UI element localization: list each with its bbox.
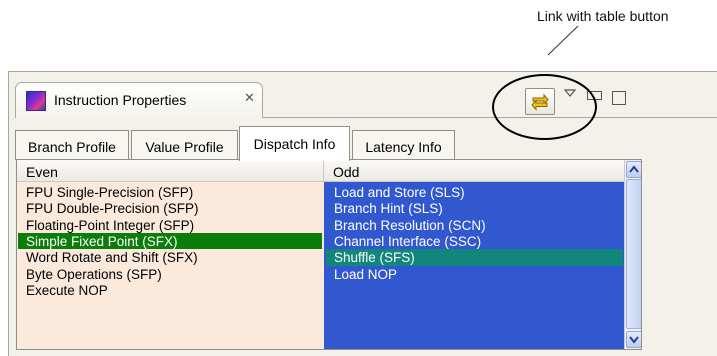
tab-dispatch-info[interactable]: Dispatch Info <box>239 126 350 161</box>
callout-ellipse <box>492 74 597 140</box>
view-title: Instruction Properties <box>54 92 187 108</box>
scroll-thumb[interactable] <box>626 179 641 329</box>
table-cell-even[interactable]: Word Rotate and Shift (SFX) <box>18 249 322 267</box>
tab-branch-profile[interactable]: Branch Profile <box>15 130 129 160</box>
chevron-up-icon <box>629 165 639 173</box>
table-cell-odd[interactable]: Load NOP <box>326 265 623 283</box>
view-tab[interactable]: Instruction Properties ✕ <box>15 82 263 118</box>
tab-value-profile[interactable]: Value Profile <box>131 130 238 160</box>
instruction-properties-view: Instruction Properties ✕ Branch Profile … <box>8 71 717 356</box>
dispatch-table: Even Odd FPU Single-Precision (SFP) Load … <box>16 159 642 350</box>
vertical-scrollbar[interactable] <box>624 160 641 349</box>
maximize-icon[interactable] <box>612 91 626 105</box>
scroll-down-button[interactable] <box>626 331 641 348</box>
column-header-even[interactable]: Even <box>17 160 324 182</box>
instruction-properties-icon <box>26 91 46 111</box>
table-cell-odd[interactable]: Branch Resolution (SCN) <box>326 216 623 234</box>
table-cell-odd[interactable]: Branch Hint (SLS) <box>326 200 623 218</box>
table-cell-even[interactable]: FPU Double-Precision (SFP) <box>18 200 322 218</box>
table-cell-odd[interactable]: Shuffle (SFS) <box>326 249 623 267</box>
chevron-down-icon <box>629 336 639 344</box>
table-cell-even[interactable]: Floating-Point Integer (SFP) <box>18 216 322 234</box>
table-cell-even[interactable]: Byte Operations (SFP) <box>18 265 322 283</box>
table-cell-even[interactable]: Execute NOP <box>18 281 322 299</box>
table-cell-odd[interactable]: Load and Store (SLS) <box>326 184 623 201</box>
table-cell-even[interactable]: FPU Single-Precision (SFP) <box>18 184 322 201</box>
tab-latency-info[interactable]: Latency Info <box>352 130 455 160</box>
callout-label: Link with table button <box>537 8 669 24</box>
tab-divider <box>263 117 717 118</box>
column-header-odd[interactable]: Odd <box>324 160 624 182</box>
table-cell-odd[interactable]: Channel Interface (SSC) <box>326 232 623 250</box>
close-icon[interactable]: ✕ <box>244 90 255 106</box>
scroll-up-button[interactable] <box>626 161 641 178</box>
table-cell-even[interactable]: Simple Fixed Point (SFX) <box>18 232 322 250</box>
